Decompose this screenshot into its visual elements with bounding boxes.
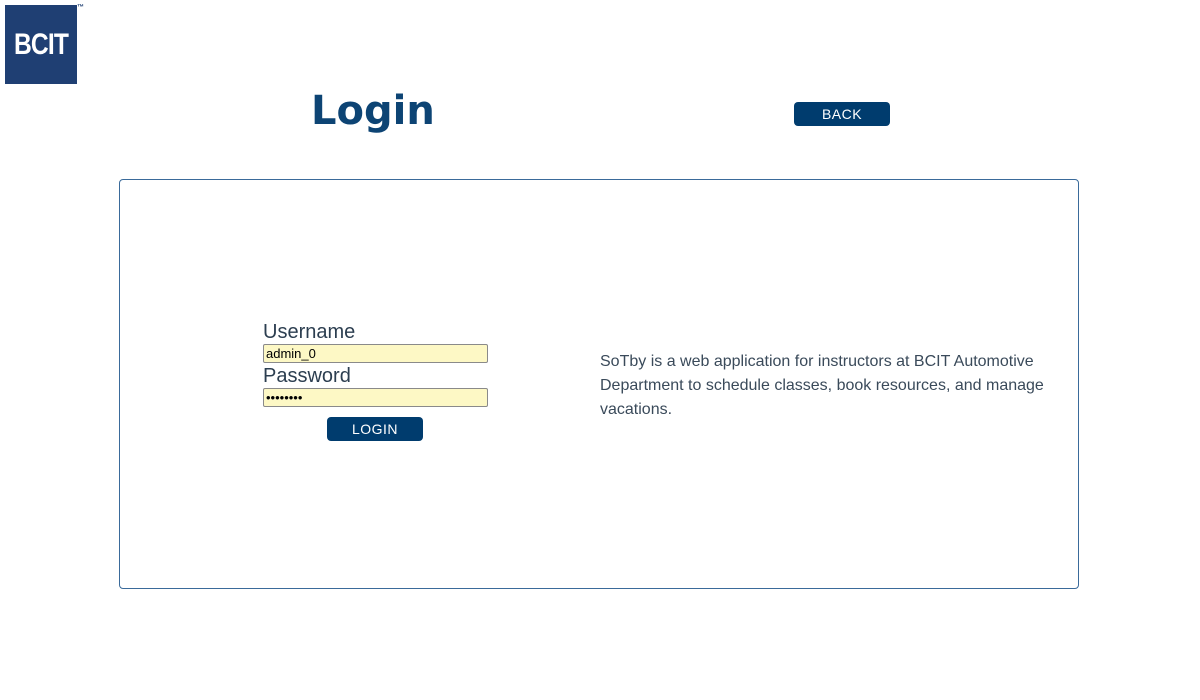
username-input[interactable] [263,344,488,363]
password-input[interactable] [263,388,488,407]
login-page: BCIT ™ Login BACK Username Password LOGI… [0,0,1200,700]
username-label: Username [263,321,356,343]
app-description: SoTby is a web application for instructo… [600,353,1044,418]
logo-text: BCIT [13,27,69,61]
password-label: Password [263,365,351,387]
login-card: Username Password LOGIN SoTby is a web a… [119,179,1079,589]
back-button[interactable]: BACK [794,102,890,126]
trademark-mark: ™ [77,4,84,11]
page-title: Login [311,88,435,134]
bcit-logo: BCIT [5,5,77,84]
login-button[interactable]: LOGIN [327,417,423,441]
